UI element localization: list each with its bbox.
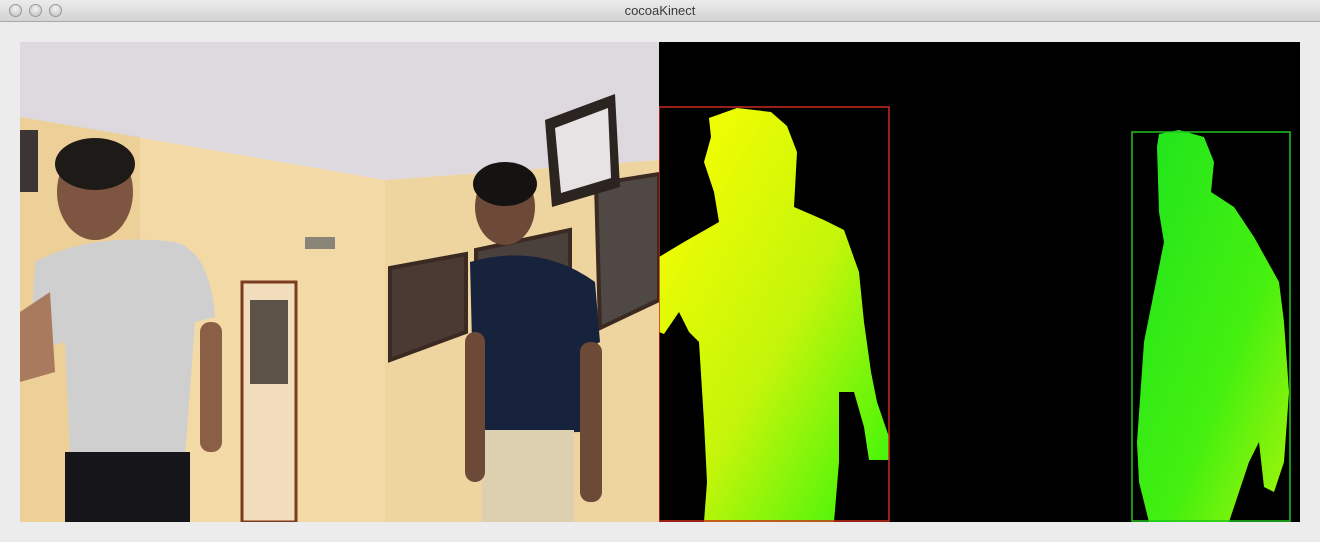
rgb-camera-view xyxy=(20,42,659,522)
window-title: cocoaKinect xyxy=(624,3,696,18)
tracked-user-1 xyxy=(659,106,890,522)
title-bar: cocoaKinect xyxy=(0,0,1320,22)
tracked-user-2 xyxy=(1131,130,1291,522)
window-content xyxy=(0,22,1320,542)
depth-camera-view xyxy=(659,42,1300,522)
